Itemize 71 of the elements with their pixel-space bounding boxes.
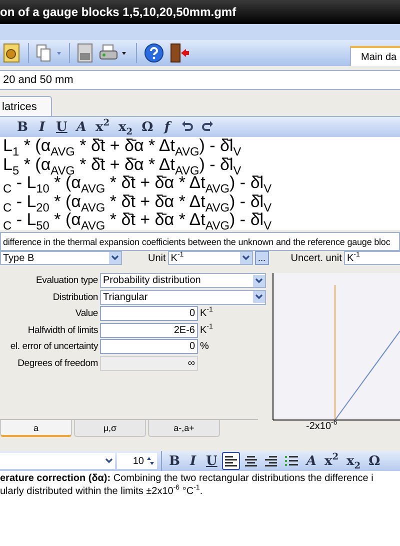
format-button[interactable]: x$^{2}$ <box>92 118 113 136</box>
number-field[interactable]: 2E-6 <box>100 322 198 338</box>
parameter-tab[interactable]: a-,a+ <box>148 420 220 437</box>
tab[interactable]: latrices <box>0 96 52 116</box>
list-icon <box>285 456 298 466</box>
format-button[interactable]: f <box>159 118 176 136</box>
equation: L$_{5}$ * (α$_{AVG}$ * δ̄t + δ̄α * Δt$_{AVG}$) - δ̄l$_{V}$ <box>3 156 242 174</box>
dropdown[interactable]: Probability distribution <box>100 273 266 288</box>
printer-icon <box>99 44 129 62</box>
note-text: erature correction (δα): Combining the two rectangular distributions the difference i ularly distributed within the limits ±2x10$^{-6}$ °C$^{-1}$. <box>0 471 400 546</box>
uncert-unit-select[interactable]: K$^{-1}$ <box>344 251 400 265</box>
caret-icon <box>253 291 265 304</box>
caret-icon <box>240 252 252 264</box>
format-button[interactable]: A <box>73 118 90 136</box>
main-tab[interactable]: Main da <box>350 46 400 66</box>
field-label: Distribution <box>52 292 98 303</box>
field-label: Evaluation type <box>35 275 98 286</box>
format-button[interactable]: x$_{2}$ <box>116 118 136 136</box>
align-left-button[interactable] <box>222 452 240 470</box>
copy-button[interactable] <box>35 42 63 64</box>
format-button[interactable]: U <box>53 118 70 136</box>
spinner-icon <box>146 456 155 466</box>
equation: $_{C}$ - L$_{20}$ * (α$_{AVG}$ * δ̄t + δ̄α * Δt$_{AVG}$) - δ̄l$_{V}$ <box>3 192 272 211</box>
copy-icon <box>36 44 62 62</box>
field-label: Value <box>74 308 98 320</box>
align-right-icon <box>265 456 278 466</box>
format-button[interactable]: Ω <box>366 452 384 470</box>
caret-icon <box>109 252 121 264</box>
undo-icon <box>181 121 194 133</box>
equation: L$_{1}$ * (α$_{AVG}$ * δ̄t + δ̄α * Δt$_{AVG}$) - δ̄l$_{V}$ <box>3 137 242 156</box>
axis-tick-label: -2x10$^{-6}$ <box>306 421 338 432</box>
parameter-tab[interactable]: μ,σ <box>74 420 146 437</box>
unit-label: K$^{-1}$ <box>200 324 213 336</box>
number-field[interactable]: 0 <box>100 306 198 322</box>
help-button[interactable] <box>143 42 165 64</box>
format-button[interactable]: x$_{2}$ <box>344 452 364 470</box>
format-button[interactable]: B <box>14 118 31 136</box>
format-button[interactable]: I <box>185 452 201 470</box>
window-title: on of a gauge blocks 1,5,10,20,50mm.gmf <box>0 5 236 19</box>
format-button[interactable]: A <box>303 452 320 470</box>
format-button[interactable]: x$^{2}$ <box>321 452 342 470</box>
unit-label: Unit <box>148 252 166 264</box>
unit-select[interactable]: K$^{-1}$ <box>168 251 253 265</box>
format-button[interactable]: B <box>166 452 183 470</box>
description-field[interactable]: difference in the thermal expansion coefficients between the unknown and the reference gauge bloc <box>0 232 400 251</box>
field-label: Halfwidth of limits <box>26 324 98 336</box>
align-left-icon <box>225 456 238 466</box>
equation: $_{C}$ - L$_{10}$ * (α$_{AVG}$ * δ̄t + δ̄α * Δt$_{AVG}$) - δ̄l$_{V}$ <box>3 174 272 192</box>
format-button[interactable]: Ω <box>138 118 156 136</box>
align-center-icon <box>245 456 258 466</box>
unit-label: % <box>200 341 209 352</box>
name-field[interactable]: 20 and 50 mm <box>0 70 400 90</box>
exit-button[interactable] <box>169 42 191 64</box>
help-icon <box>144 43 164 63</box>
format-button[interactable]: I <box>34 118 50 136</box>
format-button[interactable]: U <box>203 452 220 470</box>
type-select[interactable]: Type B <box>0 251 122 265</box>
readonly-field: ∞ <box>100 356 198 371</box>
caret-icon <box>253 274 265 287</box>
unit-label: K$^{-1}$ <box>200 308 213 320</box>
redo-icon <box>202 121 214 133</box>
browse-button[interactable]: ... <box>254 251 269 265</box>
field-label: Degrees of freedom <box>16 358 98 369</box>
number-field[interactable]: 0 <box>100 339 198 354</box>
field-label: el. error of uncertainty <box>9 341 98 352</box>
uncert-unit-label: Uncert. unit <box>290 252 342 264</box>
dropdown[interactable]: Triangular <box>100 290 266 305</box>
door-exit-icon <box>170 43 190 63</box>
equation: $_{C}$ - L$_{50}$ * (α$_{AVG}$ * δ̄t + δ̄α * Δt$_{AVG}$) - δ̄l$_{V}$ <box>3 211 272 230</box>
font-size-field[interactable]: 10 <box>117 453 157 469</box>
parameter-tab[interactable]: a <box>0 420 72 437</box>
